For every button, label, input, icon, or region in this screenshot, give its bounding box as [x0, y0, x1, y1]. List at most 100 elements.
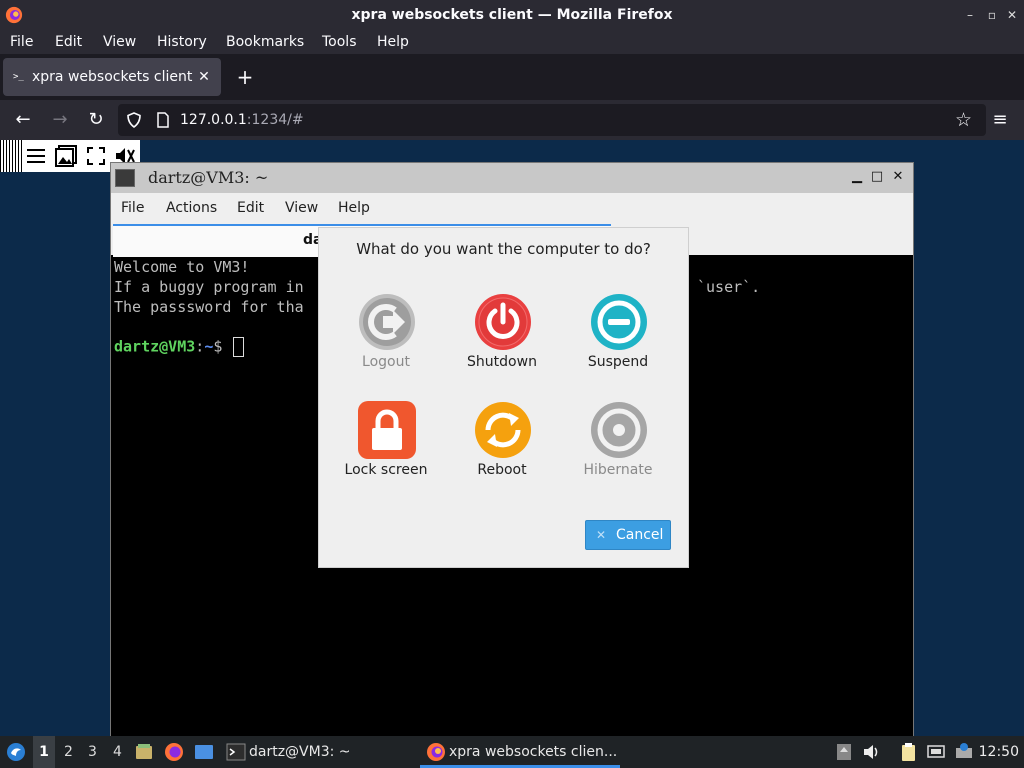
- workspace-2[interactable]: 2: [64, 736, 73, 768]
- reboot-option[interactable]: Reboot: [448, 400, 556, 500]
- url-path: :1234/#: [246, 112, 304, 128]
- shutdown-option[interactable]: Shutdown: [448, 292, 556, 392]
- window-title: xpra websockets client — Mozilla Firefox: [351, 7, 673, 23]
- back-icon[interactable]: ←: [11, 108, 35, 132]
- tab-strip: >_ xpra websockets client ✕ +: [0, 54, 1024, 100]
- new-tab-icon[interactable]: +: [233, 63, 257, 91]
- fullscreen-icon[interactable]: [84, 144, 108, 168]
- url-host: 127.0.0.1: [180, 112, 247, 128]
- url-text[interactable]: 127.0.0.1:1234/#: [180, 104, 304, 136]
- desktop-icon[interactable]: [194, 742, 214, 762]
- terminal-line: Welcome to VM3!: [114, 258, 250, 276]
- terminal-menu-bar: File Actions Edit View Help: [111, 193, 913, 223]
- terminal-menu-help[interactable]: Help: [338, 193, 370, 223]
- url-bar[interactable]: 127.0.0.1:1234/# ☆: [118, 104, 986, 136]
- clipboard-icon[interactable]: [898, 742, 918, 762]
- logout-dialog: What do you want the computer to do? Log…: [318, 227, 689, 568]
- terminal-line: The passsword for tha: [114, 298, 304, 316]
- menu-edit[interactable]: Edit: [55, 30, 82, 54]
- suspend-option[interactable]: Suspend: [564, 292, 672, 392]
- xpra-window-title-bar[interactable]: dartz@VM3: ~ ▁ □ ✕: [111, 163, 913, 193]
- terminal-menu-view[interactable]: View: [285, 193, 318, 223]
- text-cursor: [233, 337, 245, 357]
- cancel-button[interactable]: ✕ Cancel: [585, 520, 671, 550]
- cancel-x-icon: ✕: [596, 528, 607, 542]
- prompt-path: ~: [204, 337, 214, 356]
- file-manager-icon[interactable]: [134, 742, 154, 762]
- firefox-icon: [427, 743, 445, 761]
- menu-history[interactable]: History: [157, 30, 207, 54]
- dialog-question: What do you want the computer to do?: [356, 240, 651, 258]
- terminal-favicon-icon: >_: [13, 72, 24, 82]
- hibernate-label: Hibernate: [583, 462, 653, 478]
- prompt-colon: :: [195, 337, 205, 356]
- drag-grip-handle[interactable]: [0, 140, 22, 172]
- taskbar-task-firefox[interactable]: xpra websockets clien...: [420, 736, 620, 768]
- firefox-title-bar: xpra websockets client — Mozilla Firefox…: [0, 0, 1024, 30]
- taskbar-task-terminal[interactable]: dartz@VM3: ~: [249, 736, 351, 768]
- shield-icon[interactable]: [126, 112, 142, 128]
- tab-xpra[interactable]: >_ xpra websockets client ✕: [3, 58, 221, 96]
- page-icon[interactable]: [156, 112, 170, 128]
- terminal-line: If a buggy program in: [114, 278, 304, 296]
- reboot-icon: [475, 402, 531, 458]
- terminal-menu-edit[interactable]: Edit: [237, 193, 264, 223]
- suspend-icon: [591, 294, 647, 350]
- workspace-4[interactable]: 4: [113, 736, 122, 768]
- menu-list-icon[interactable]: [24, 144, 48, 168]
- close-icon[interactable]: ✕: [889, 168, 907, 186]
- upload-tray-icon[interactable]: [834, 742, 854, 762]
- volume-icon[interactable]: [862, 742, 882, 762]
- taskbar: 1 2 3 4 dartz@VM3: ~ xpra websockets cli…: [0, 736, 1024, 768]
- workspace-3[interactable]: 3: [88, 736, 97, 768]
- reload-icon[interactable]: ↻: [84, 108, 108, 132]
- reboot-label: Reboot: [477, 462, 527, 478]
- workspace-1[interactable]: 1: [33, 736, 55, 768]
- tab-close-icon[interactable]: ✕: [195, 68, 213, 86]
- firefox-menu-bar: File Edit View History Bookmarks Tools H…: [0, 30, 1024, 54]
- minimize-icon[interactable]: ▁: [848, 168, 866, 186]
- shutdown-icon: [475, 294, 531, 350]
- menu-tools[interactable]: Tools: [322, 30, 357, 54]
- logout-label: Logout: [362, 354, 410, 370]
- navigation-bar: ← → ↻ 127.0.0.1:1234/# ☆ ≡: [0, 100, 1024, 140]
- menu-file[interactable]: File: [10, 30, 33, 54]
- tab-label: xpra websockets client: [32, 69, 193, 85]
- terminal-prompt: dartz@VM3:~$: [114, 337, 245, 357]
- cancel-label: Cancel: [616, 527, 664, 543]
- maximize-icon[interactable]: ▫: [984, 7, 1000, 23]
- prompt-symbol: $: [213, 337, 223, 356]
- taskbar-task-firefox-label: xpra websockets clien...: [449, 744, 618, 760]
- close-icon[interactable]: ✕: [1004, 7, 1020, 23]
- hibernate-icon: [591, 402, 647, 458]
- terminal-icon: [226, 743, 246, 761]
- logout-option[interactable]: Logout: [332, 292, 440, 392]
- lock-screen-option[interactable]: Lock screen: [332, 400, 440, 500]
- menu-view[interactable]: View: [103, 30, 136, 54]
- terminal-line-fragment: `user`.: [697, 278, 761, 296]
- menu-help[interactable]: Help: [377, 30, 409, 54]
- forward-icon[interactable]: →: [48, 108, 72, 132]
- maximize-icon[interactable]: □: [868, 168, 886, 186]
- xpra-window-title: dartz@VM3: ~: [148, 168, 269, 187]
- terminal-window-icon: [115, 169, 135, 187]
- windows-gallery-icon[interactable]: [54, 144, 78, 168]
- taskbar-clock[interactable]: 12:50: [979, 736, 1019, 768]
- lock-icon: [358, 401, 416, 459]
- shutdown-label: Shutdown: [467, 354, 537, 370]
- prompt-user: dartz@VM3: [114, 337, 196, 356]
- terminal-menu-file[interactable]: File: [121, 193, 144, 223]
- bookmark-star-icon[interactable]: ☆: [955, 104, 972, 136]
- hibernate-option[interactable]: Hibernate: [564, 400, 672, 500]
- notification-icon[interactable]: [954, 742, 974, 762]
- start-menu-icon[interactable]: [6, 742, 26, 762]
- minimize-icon[interactable]: –: [962, 7, 978, 23]
- menu-bookmarks[interactable]: Bookmarks: [226, 30, 304, 54]
- logout-icon: [359, 294, 415, 350]
- hamburger-menu-icon[interactable]: ≡: [988, 108, 1012, 132]
- network-icon[interactable]: [926, 742, 946, 762]
- suspend-label: Suspend: [587, 354, 649, 370]
- terminal-menu-actions[interactable]: Actions: [166, 193, 217, 223]
- firefox-launcher-icon[interactable]: [164, 742, 184, 762]
- lock-screen-label: Lock screen: [344, 462, 428, 478]
